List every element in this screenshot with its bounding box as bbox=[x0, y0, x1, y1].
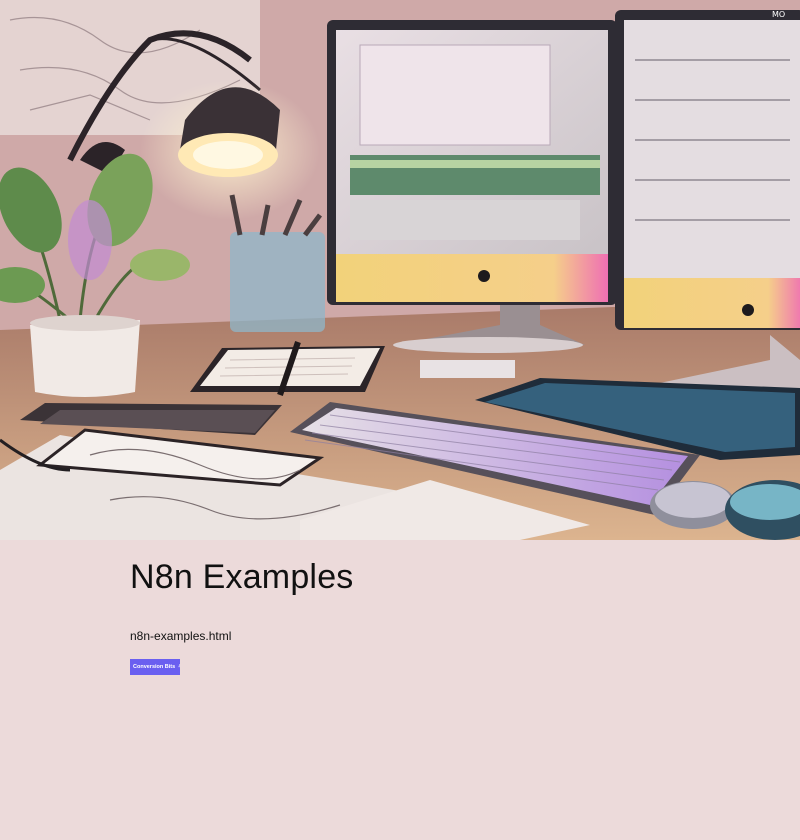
page-title: N8n Examples bbox=[130, 558, 354, 596]
hero-illustration: MO bbox=[0, 0, 800, 540]
monitor-label: MO bbox=[772, 10, 785, 19]
conversion-bits-badge[interactable]: Conversion Bits ϟ bbox=[130, 659, 180, 675]
page-link[interactable]: n8n-examples.html bbox=[130, 629, 231, 643]
lightning-bolt-icon: ϟ bbox=[178, 663, 180, 672]
content-section: N8n Examples n8n-examples.html Conversio… bbox=[0, 540, 800, 840]
badge-label: Conversion Bits bbox=[133, 664, 176, 670]
hero-image: MO bbox=[0, 0, 800, 540]
